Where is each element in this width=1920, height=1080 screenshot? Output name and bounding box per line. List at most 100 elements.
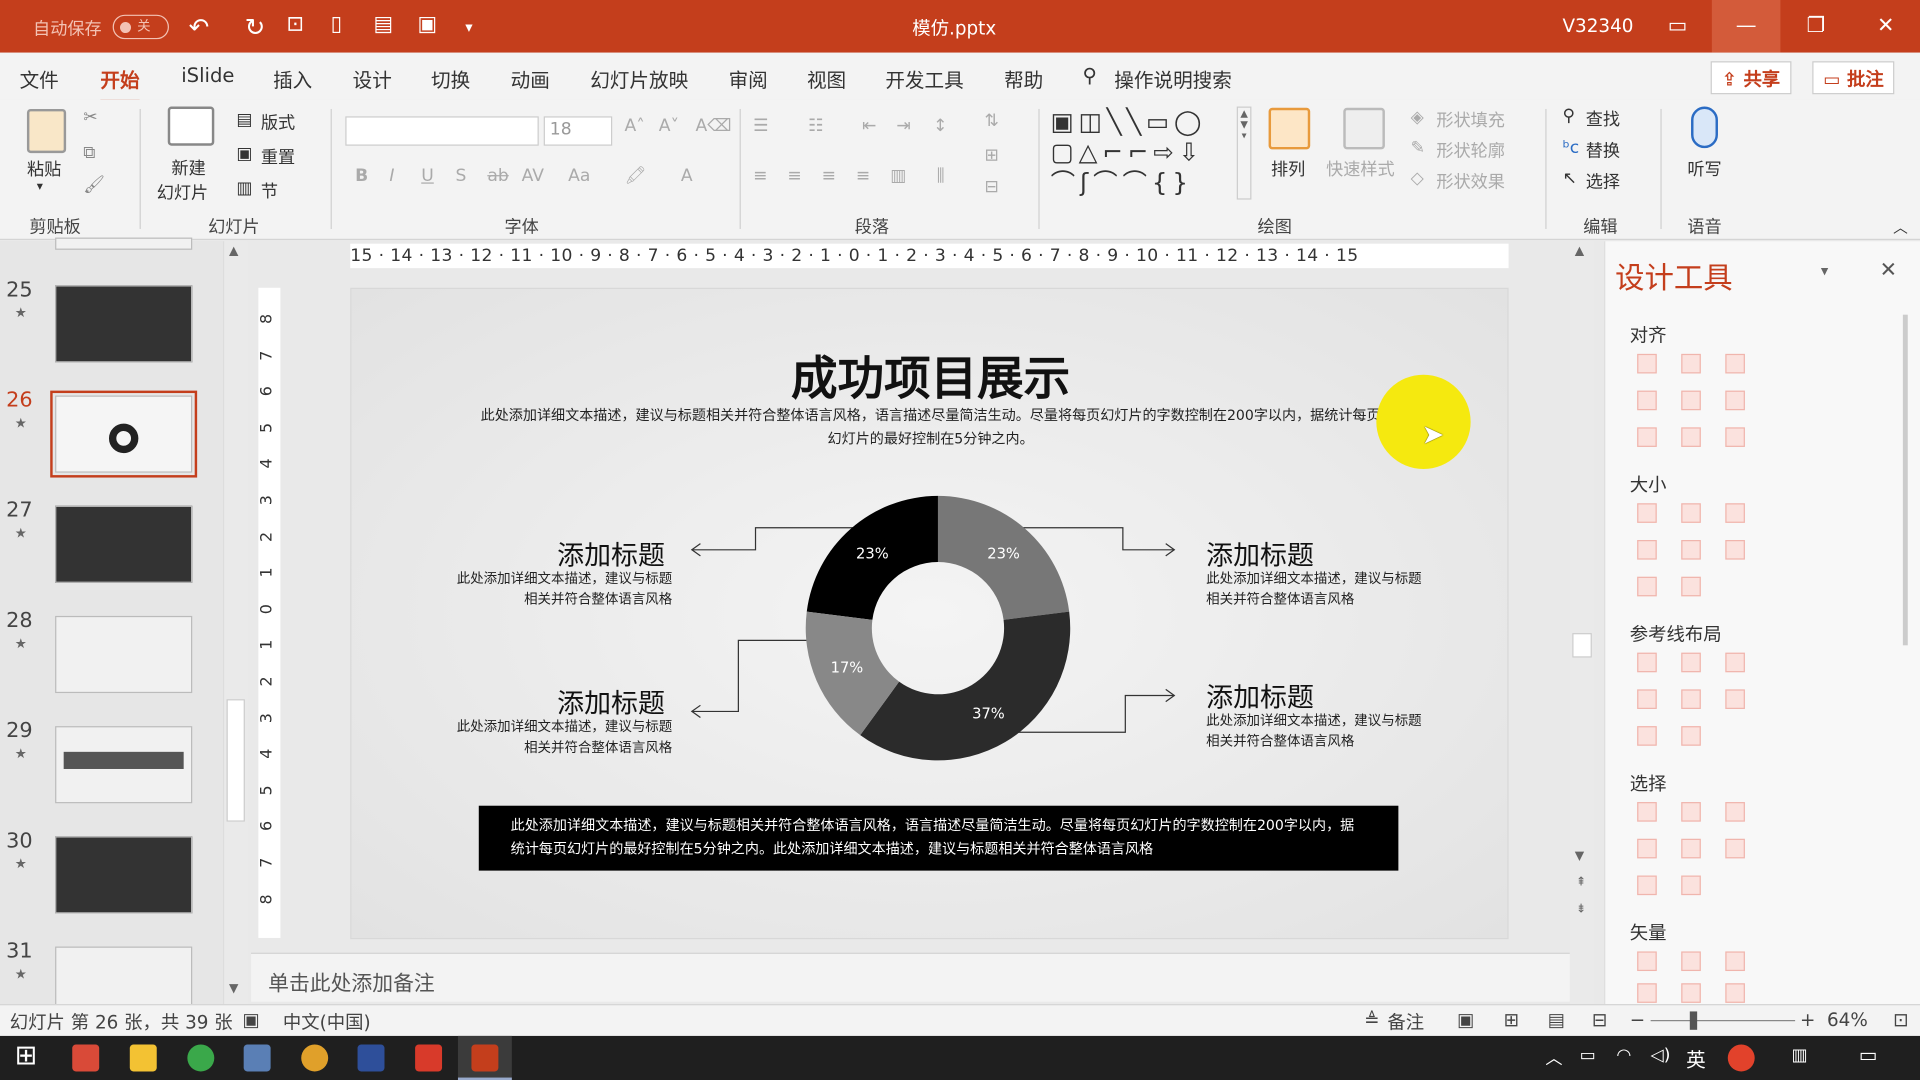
volume-icon[interactable]: ◁)	[1651, 1046, 1671, 1066]
italic-icon[interactable]: I	[389, 167, 394, 187]
guide-icon[interactable]	[1637, 689, 1657, 709]
scroll-thumb[interactable]	[1572, 633, 1592, 658]
scroll-thumb[interactable]	[226, 699, 245, 822]
slide-thumbnail[interactable]	[55, 237, 193, 250]
arrange-icon[interactable]	[1268, 107, 1311, 150]
increase-indent-icon[interactable]: ⇥	[896, 116, 910, 136]
zoom-in-icon[interactable]: +	[1800, 1009, 1815, 1031]
align-icon[interactable]	[1681, 353, 1701, 374]
font-color-icon[interactable]: A	[681, 167, 693, 187]
slide-canvas[interactable]: 成功项目展示 此处添加详细文本描述，建议与标题相关并符合整体语言风格，语言描述尽…	[350, 287, 1509, 940]
app-icon[interactable]	[72, 1044, 100, 1072]
tab-help[interactable]: 帮助	[1004, 64, 1043, 93]
new-file-icon[interactable]: ▯	[331, 12, 342, 36]
battery-icon[interactable]: ▭	[1580, 1046, 1596, 1066]
vector-icon[interactable]	[1681, 983, 1701, 1003]
tab-review[interactable]: 审阅	[729, 64, 768, 93]
format-painter-icon[interactable]: 🖌	[83, 175, 105, 195]
bullets-icon[interactable]: ☰	[753, 116, 768, 136]
pane-close-icon[interactable]: ✕	[1880, 258, 1897, 282]
align-icon[interactable]	[1725, 353, 1745, 374]
reading-view-icon[interactable]: ▤	[1548, 1009, 1565, 1031]
arrange-button[interactable]: 排列	[1271, 157, 1305, 181]
vector-icon[interactable]	[1725, 951, 1745, 972]
wifi-icon[interactable]: ◠	[1616, 1046, 1631, 1066]
guide-icon[interactable]	[1725, 652, 1745, 673]
copy-icon[interactable]: ⧉	[83, 143, 95, 163]
distributed-icon[interactable]: ▥	[890, 167, 906, 187]
align-icon[interactable]	[1637, 427, 1657, 447]
notification-icon[interactable]: ▭	[1859, 1043, 1878, 1066]
redo-icon[interactable]: ↻	[245, 12, 266, 41]
paste-button[interactable]: 粘贴	[27, 157, 61, 181]
guide-icon[interactable]	[1637, 726, 1657, 746]
share-button[interactable]: ⇪ 共享	[1710, 61, 1792, 95]
align-icon[interactable]	[1637, 353, 1657, 374]
start-icon[interactable]: ⊞	[15, 1041, 38, 1072]
accessibility-icon[interactable]: ▣	[242, 1009, 259, 1031]
scroll-up-icon[interactable]: ▲	[1575, 245, 1584, 258]
undo-icon[interactable]: ↶	[189, 12, 210, 41]
vertical-ruler[interactable]: 8 7 6 5 4 3 2 1 0 1 2 3 4 5 6 7 8	[258, 287, 281, 938]
scroll-down-icon[interactable]: ▼	[229, 982, 238, 995]
align-left-icon[interactable]: ≡	[753, 167, 767, 187]
guide-icon[interactable]	[1681, 689, 1701, 709]
font-name-input[interactable]	[345, 116, 539, 146]
slide-thumbnail-selected[interactable]	[50, 390, 198, 478]
tab-file[interactable]: 文件	[20, 64, 59, 93]
select-tool-icon[interactable]	[1681, 875, 1701, 896]
pane-scrollbar[interactable]	[1902, 314, 1908, 646]
slide-thumbnails[interactable]: 25 ★ 26 ★ 27 ★ 28 ★ 29 ★ 30 ★ 31 ★	[0, 237, 223, 1008]
align-icon[interactable]	[1725, 390, 1745, 411]
scroll-down-icon[interactable]: ▼	[1575, 850, 1584, 863]
paste-dropdown-icon[interactable]: ▾	[37, 180, 43, 193]
shapes-gallery[interactable]: ▣◫╲╲▭◯ ▢△⌐⌐⇨⇩ ⌒ʃ⌒⌒{}	[1051, 107, 1242, 200]
align-text-icon[interactable]: ⊞	[984, 146, 998, 166]
size-icon[interactable]	[1637, 503, 1657, 523]
align-icon[interactable]	[1725, 427, 1745, 447]
align-right-icon[interactable]: ≡	[822, 167, 836, 187]
shadow-icon[interactable]: S	[456, 167, 467, 187]
slideshow-view-icon[interactable]: ⊟	[1592, 1009, 1607, 1031]
reset-button[interactable]: 重置	[261, 144, 295, 168]
minimize-button[interactable]: —	[1711, 0, 1781, 53]
shape-fill-button[interactable]: 形状填充	[1436, 108, 1505, 132]
new-slide-icon[interactable]	[167, 106, 215, 146]
dictate-button[interactable]: 听写	[1687, 157, 1721, 181]
find-button[interactable]: 查找	[1586, 107, 1620, 131]
vector-icon[interactable]	[1637, 983, 1657, 1003]
shapes-scroll[interactable]: ▲ ▼ ▾	[1236, 106, 1252, 200]
char-spacing-icon[interactable]: AV	[522, 167, 544, 187]
app-icon[interactable]	[243, 1044, 271, 1072]
slide-sorter-icon[interactable]: ⊞	[1504, 1009, 1519, 1031]
size-icon[interactable]	[1681, 576, 1701, 597]
vector-icon[interactable]	[1725, 983, 1745, 1003]
select-button[interactable]: 选择	[1586, 169, 1620, 193]
decrease-indent-icon[interactable]: ⇤	[862, 116, 876, 136]
slide-thumbnail[interactable]	[55, 946, 193, 1008]
tab-design[interactable]: 设计	[353, 64, 392, 93]
clear-format-icon[interactable]: A⌫	[696, 116, 732, 136]
save-icon[interactable]: ▣	[418, 12, 438, 36]
smartart-icon[interactable]: ⊟	[984, 178, 998, 198]
tray-expand-icon[interactable]: ︿	[1545, 1046, 1562, 1070]
tab-insert[interactable]: 插入	[273, 64, 312, 93]
notes-toggle[interactable]: 备注	[1387, 1009, 1424, 1035]
tab-view[interactable]: 视图	[807, 64, 846, 93]
slide-thumbnail[interactable]	[55, 505, 193, 583]
microphone-icon[interactable]	[1691, 106, 1718, 149]
align-icon[interactable]	[1681, 427, 1701, 447]
guide-icon[interactable]	[1725, 689, 1745, 709]
size-icon[interactable]	[1637, 540, 1657, 560]
guide-icon[interactable]	[1637, 652, 1657, 673]
explorer-icon[interactable]	[129, 1044, 157, 1072]
select-tool-icon[interactable]	[1681, 802, 1701, 822]
pane-options-icon[interactable]: ▾	[1821, 262, 1828, 279]
size-icon[interactable]	[1725, 540, 1745, 560]
zoom-out-icon[interactable]: −	[1630, 1009, 1645, 1031]
autosave-toggle[interactable]: 关	[112, 14, 169, 40]
select-tool-icon[interactable]	[1637, 838, 1657, 859]
tab-slideshow[interactable]: 幻灯片放映	[590, 64, 688, 93]
app-icon[interactable]	[357, 1044, 385, 1072]
thumbnails-scrollbar[interactable]: ▲ ▼	[222, 241, 248, 1005]
